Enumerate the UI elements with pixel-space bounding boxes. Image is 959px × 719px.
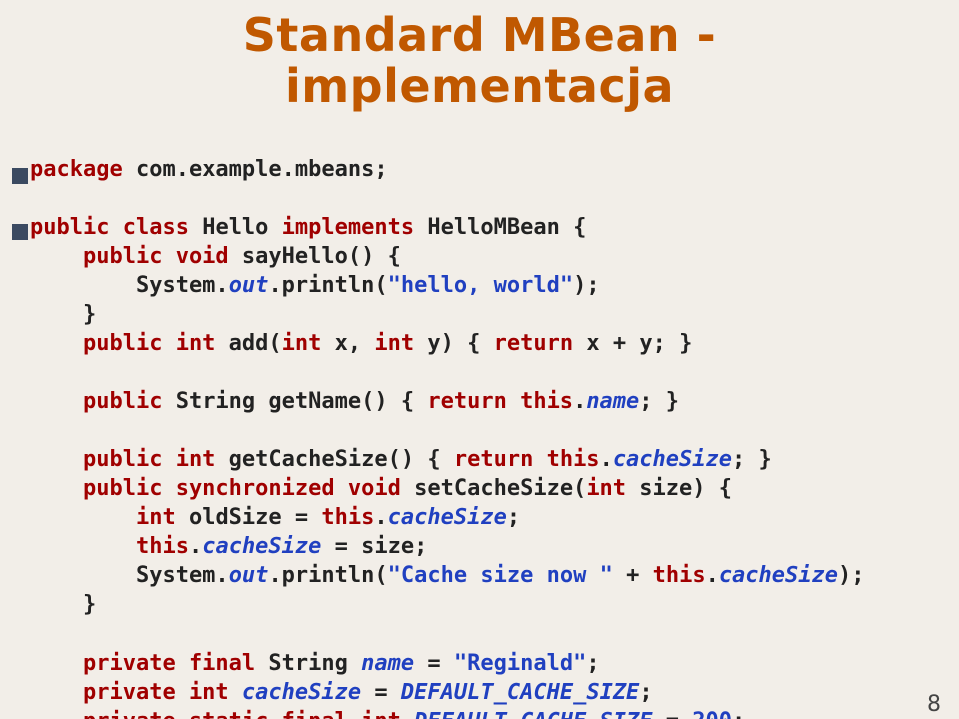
code-block: package com.example.mbeans; public class… — [30, 155, 929, 719]
slide-title: Standard MBean - implementacja — [0, 10, 959, 111]
page-number: 8 — [927, 692, 941, 717]
title-line2: implementacja — [285, 59, 674, 113]
bullet-square — [12, 168, 28, 184]
code-text: package com.example.mbeans; public class… — [30, 155, 929, 719]
title-line1: Standard MBean - — [243, 8, 716, 62]
slide: Standard MBean - implementacja package c… — [0, 10, 959, 719]
bullet-square — [12, 224, 28, 240]
